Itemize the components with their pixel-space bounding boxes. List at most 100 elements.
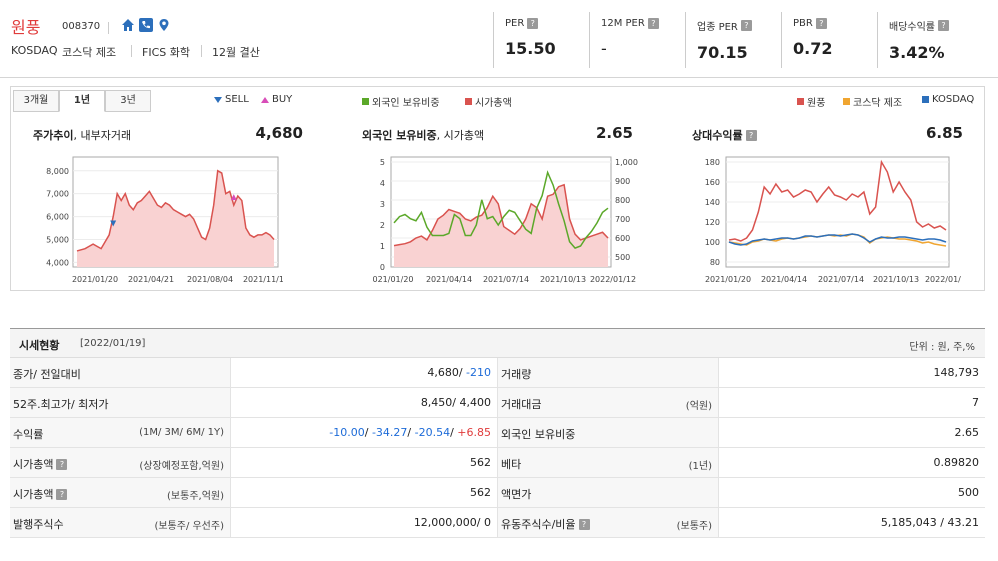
metric-dividend-yield: 배당수익률? 3.42% [889, 18, 949, 62]
help-icon[interactable]: ? [578, 518, 590, 530]
y-tick-label: 1,000 [615, 158, 638, 167]
row-label: 시가총액? [13, 486, 68, 502]
location-pin-icon[interactable] [157, 18, 171, 32]
divider [131, 45, 132, 57]
stock-code: 008370 [62, 21, 101, 32]
row-label-cell: 시가총액? (상장예정포함,억원) [10, 448, 231, 477]
row-label: 52주.최고가/ 최저가 [13, 398, 109, 411]
metric-pbr: PBR? 0.72 [793, 18, 832, 58]
legend-sell: SELL [214, 94, 249, 105]
table-row: 종가/ 전일대비 4,680/ -210 거래량 148,793 [10, 358, 985, 388]
row-value: 562 [470, 456, 491, 469]
chart2-title: 외국인 보유비중, 시가총액 [362, 129, 485, 142]
x-tick-label: 2021/01/20 [72, 275, 118, 284]
y-tick-label: 500 [615, 253, 630, 262]
y-tick-label: 2 [380, 221, 385, 230]
y-tick-label: 80 [710, 258, 720, 267]
legend-label: SELL [225, 94, 249, 105]
metric-value: 70.15 [697, 43, 748, 62]
metric-value: 3.42% [889, 43, 945, 62]
row-label-cell: 발행주식수 (보통주/ 우선주) [10, 508, 231, 537]
help-icon[interactable]: ? [527, 18, 539, 29]
chart3-value: 6.85 [925, 124, 963, 142]
help-icon[interactable]: ? [56, 458, 68, 470]
row-value-cell: 500 [719, 478, 985, 507]
row-value-cell: -10.00/ -34.27/ -20.54/ +6.85 [231, 418, 498, 447]
y-tick-label: 180 [705, 158, 720, 167]
metric-per: PER? 15.50 [505, 18, 556, 58]
y-tick-label: 0 [380, 263, 385, 272]
chart1-value: 4,680 [255, 124, 303, 142]
divider [589, 12, 590, 68]
row-sublabel: (1년) [688, 461, 712, 472]
y-tick-label: 8,000 [46, 167, 69, 176]
x-tick-label: 2021/08/04 [187, 275, 233, 284]
row-value: 0.89820 [933, 456, 980, 469]
legend-label: KOSDAQ [932, 94, 975, 105]
settlement-label: 12월 결산 [212, 46, 260, 59]
tab-3y[interactable]: 3년 [105, 90, 151, 112]
industry-label: 코스닥 제조 [62, 46, 117, 59]
row-label: 베타 [501, 458, 522, 471]
row-label-cell: 외국인 보유비중 [498, 418, 719, 447]
x-tick-label: 2022/01/12 [925, 275, 961, 284]
metric-value: 15.50 [505, 39, 556, 58]
x-tick-label: 2021/04/14 [761, 275, 807, 284]
help-icon[interactable]: ? [740, 20, 752, 31]
chart1-title: 주가추이, 내부자거래 [33, 129, 132, 142]
help-icon[interactable]: ? [56, 488, 68, 500]
x-tick-label: 021/01/20 [372, 275, 413, 284]
help-icon[interactable]: ? [815, 18, 827, 29]
row-sublabel: (상장예정포함,억원) [139, 461, 224, 472]
row-value: 4,680/ -210 [427, 366, 491, 379]
row-label: 종가/ 전일대비 [13, 368, 81, 381]
row-value-cell: 4,680/ -210 [231, 358, 498, 387]
row-value-cell: 562 [231, 448, 498, 477]
metric-industry-per: 업종 PER? 70.15 [697, 18, 752, 62]
row-sublabel: (억원) [685, 401, 712, 412]
row-label: 발행주식수 [13, 518, 64, 531]
metric-label: PER [505, 18, 525, 29]
x-tick-label: 2021/10/13 [873, 275, 919, 284]
home-icon[interactable] [121, 18, 135, 32]
legend-mcap: 시가총액 [465, 94, 512, 109]
table-date: [2022/01/19] [80, 338, 146, 349]
row-label-cell: 시가총액? (보통주,억원) [10, 478, 231, 507]
stock-header: 원풍 008370 KOSDAQ 코스닥 제조 FICS 화학 12월 결산 P… [0, 0, 998, 78]
y-tick-label: 700 [615, 215, 630, 224]
row-value: 8,450/ 4,400 [420, 396, 491, 409]
legend-label: 시가총액 [475, 98, 512, 109]
tab-1y[interactable]: 1년 [59, 90, 105, 112]
y-tick-label: 3 [380, 200, 385, 209]
legend-label: 원풍 [807, 98, 826, 109]
help-icon[interactable]: ? [745, 129, 757, 141]
legend-label: 외국인 보유비중 [372, 98, 440, 109]
help-icon[interactable]: ? [647, 18, 659, 29]
chart2-value: 2.65 [595, 124, 633, 142]
tab-3m[interactable]: 3개월 [13, 90, 59, 112]
legend-foreign: 외국인 보유비중 [362, 94, 440, 109]
row-value: 500 [958, 486, 979, 499]
row-value-cell: 8,450/ 4,400 [231, 388, 498, 417]
row-label-cell: 거래량 [498, 358, 719, 387]
x-tick-label: 2021/07/14 [818, 275, 864, 284]
legend-stock: 원풍 [797, 94, 825, 109]
y-tick-label: 100 [705, 238, 720, 247]
row-sublabel: (보통주,억원) [167, 491, 224, 502]
foreign-mcap-chart: 0 1 2 3 4 5 500 600 700 800 900 1,000 021/01/20 2021/… [372, 156, 638, 284]
row-label: 외국인 보유비중 [501, 428, 576, 441]
row-label-cell: 종가/ 전일대비 [10, 358, 231, 387]
phone-icon[interactable] [139, 18, 153, 32]
help-icon[interactable]: ? [938, 20, 949, 31]
metric-label: 12M PER [601, 18, 645, 29]
metric-label: PBR [793, 18, 813, 29]
row-value-cell: 12,000,000/ 0 [231, 508, 498, 537]
row-value: -10.00/ -34.27/ -20.54/ +6.85 [329, 426, 491, 439]
row-sublabel: (보통주) [676, 521, 712, 532]
row-sublabel: (1M/ 3M/ 6M/ 1Y) [139, 427, 224, 438]
row-value-cell: 562 [231, 478, 498, 507]
legend-buy: BUY [261, 94, 292, 105]
x-tick-label: 2021/10/13 [540, 275, 586, 284]
legend-industry: 코스닥 제조 [843, 94, 902, 109]
x-tick-label: 2021/04/21 [128, 275, 174, 284]
